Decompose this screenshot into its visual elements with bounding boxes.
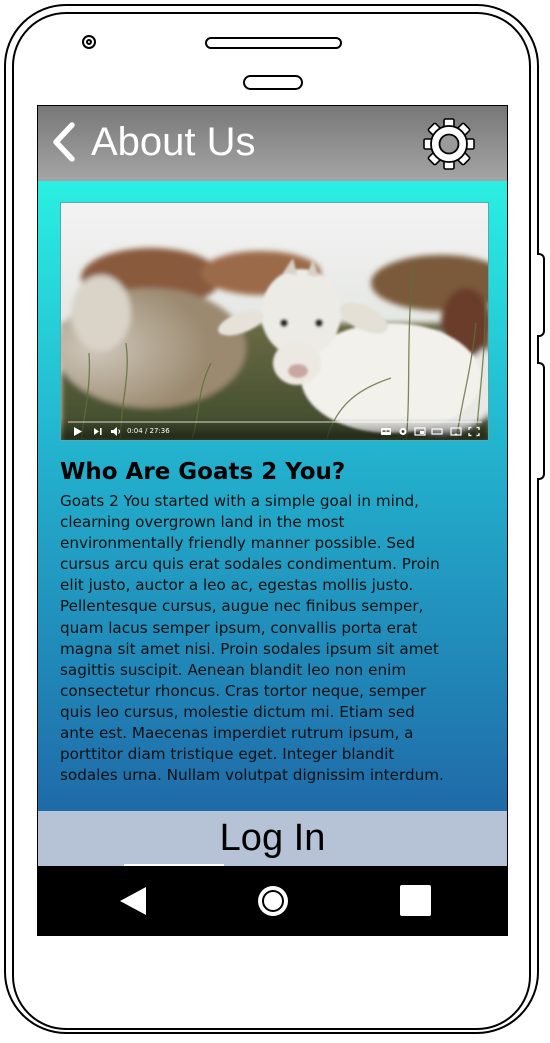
play-icon[interactable] bbox=[73, 426, 83, 437]
video-time: 0:04 / 27:36 bbox=[127, 427, 170, 435]
home-circle-icon[interactable] bbox=[256, 884, 290, 918]
settings-small-icon[interactable] bbox=[397, 426, 409, 437]
video-controls-bar: 0:04 / 27:36 bbox=[61, 418, 488, 440]
phone-power-button bbox=[537, 362, 545, 480]
phone-screen: About Us 0:04 / 27:36 Who Are Goats 2 Yo… bbox=[37, 105, 508, 936]
fullscreen-icon[interactable] bbox=[468, 426, 480, 437]
front-camera bbox=[82, 35, 96, 49]
section-heading: Who Are Goats 2 You? bbox=[60, 459, 346, 485]
video-player[interactable]: 0:04 / 27:36 bbox=[60, 202, 489, 441]
content-area: 0:04 / 27:36 Who Are Goats 2 You? Goats … bbox=[38, 181, 507, 811]
captions-icon[interactable] bbox=[380, 426, 392, 437]
video-progress-track[interactable] bbox=[67, 421, 482, 423]
phone-volume-button bbox=[537, 253, 545, 337]
volume-icon[interactable] bbox=[110, 426, 122, 437]
cast-icon[interactable] bbox=[450, 426, 462, 437]
recents-square-icon[interactable] bbox=[400, 885, 431, 916]
app-header: About Us bbox=[38, 106, 507, 181]
back-triangle-icon[interactable] bbox=[118, 884, 148, 918]
earpiece-speaker bbox=[205, 37, 342, 49]
android-nav-bar bbox=[38, 866, 507, 935]
proximity-sensor bbox=[243, 75, 303, 90]
theater-mode-icon[interactable] bbox=[431, 426, 443, 437]
login-button-label: Log In bbox=[219, 817, 326, 859]
chevron-left-icon[interactable] bbox=[50, 121, 78, 163]
video-progress-fill bbox=[67, 421, 68, 423]
miniplayer-icon[interactable] bbox=[414, 426, 426, 437]
goat-video-thumbnail[interactable] bbox=[61, 203, 489, 441]
gear-icon[interactable] bbox=[422, 117, 476, 171]
page-title: About Us bbox=[91, 120, 256, 164]
about-paragraph: Goats 2 You started with a simple goal i… bbox=[60, 492, 444, 785]
login-button[interactable]: Log In bbox=[38, 811, 507, 866]
skip-next-icon[interactable] bbox=[93, 426, 103, 437]
